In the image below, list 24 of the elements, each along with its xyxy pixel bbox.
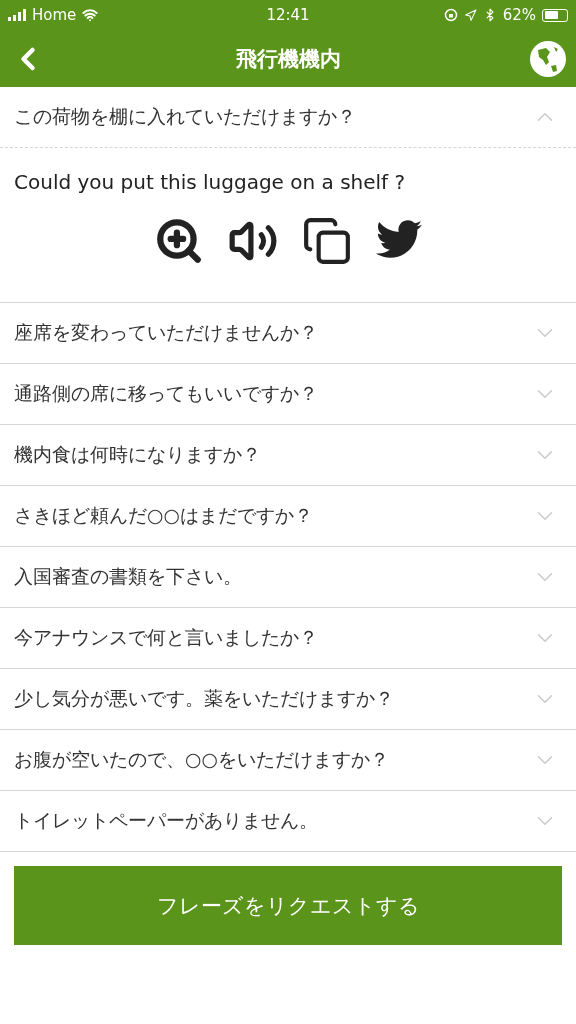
phrase-row[interactable]: 通路側の席に移ってもいいですか？ [0, 364, 576, 425]
copy-button[interactable] [302, 216, 352, 266]
wifi-icon [82, 7, 99, 23]
phrase-row[interactable]: 機内食は何時になりますか？ [0, 425, 576, 486]
zoom-in-button[interactable] [154, 216, 204, 266]
translation-text: Could you put this luggage on a shelf ? [14, 170, 407, 194]
carrier-name: Home [32, 6, 77, 24]
phrase-row[interactable]: トイレットペーパーがありません。 [0, 791, 576, 852]
battery-percent: 62% [502, 6, 536, 24]
phrase-row[interactable]: お腹が空いたので、○○をいただけますか？ [0, 730, 576, 791]
globe-icon[interactable] [530, 40, 566, 77]
phrase-row[interactable]: 今アナウンスで何と言いましたか？ [0, 608, 576, 669]
request-phrase-button[interactable]: フレーズをリクエストする [14, 866, 562, 945]
signal-icon [8, 9, 26, 21]
battery-icon [542, 8, 568, 22]
phrase-row[interactable]: 入国審査の書類を下さい。 [0, 547, 576, 608]
phrase-row[interactable]: さきほど頼んだ○○はまだですか？ [0, 486, 576, 547]
phrase-row[interactable]: 座席を変わっていただけませんか？ [0, 303, 576, 364]
location-icon [463, 8, 477, 22]
phrase-row[interactable]: この荷物を棚に入れていただけますか？ [0, 87, 576, 148]
phrase-row[interactable]: 少し気分が悪いです。薬をいただけますか？ [0, 669, 576, 730]
clock: 12:41 [266, 6, 310, 24]
screen-title: 飛行機機内 [235, 45, 341, 73]
rotation-lock-icon [443, 8, 458, 22]
